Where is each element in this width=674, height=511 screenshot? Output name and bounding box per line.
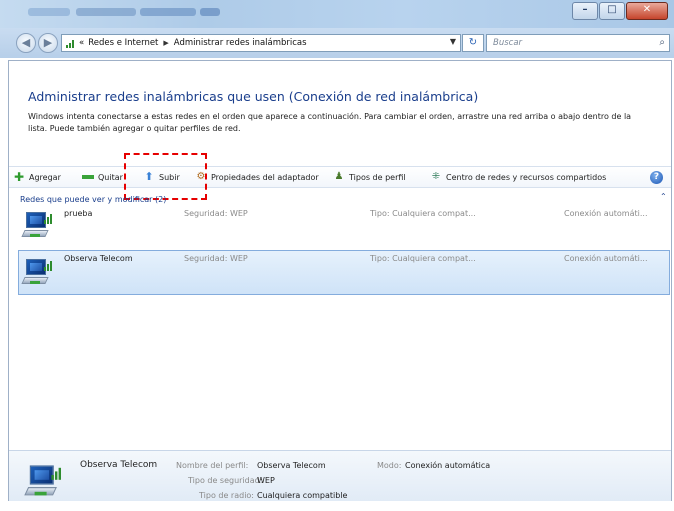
network-name: Observa Telecom xyxy=(64,254,133,263)
network-connection-mode: Conexión automáti... xyxy=(564,209,648,218)
blurred-title-text xyxy=(28,8,70,16)
minimize-button[interactable]: – xyxy=(572,2,598,20)
add-label: Agregar xyxy=(29,172,61,182)
forward-button[interactable]: ▶ xyxy=(38,33,58,53)
breadcrumb-manage-wireless[interactable]: Administrar redes inalámbricas xyxy=(174,38,307,48)
security-type-label: Tipo de seguridad: xyxy=(188,476,263,485)
network-center-icon: ⁜ xyxy=(431,171,441,182)
adapter-properties-label: Propiedades del adaptador xyxy=(211,172,319,182)
network-folder-icon xyxy=(66,38,76,48)
breadcrumb-overflow[interactable]: « xyxy=(79,38,84,48)
wireless-network-icon xyxy=(21,257,54,287)
command-toolbar: ✚ Agregar Quitar ⬆ Subir ⚙ Propiedades d… xyxy=(9,166,671,188)
radio-type-label: Tipo de radio: xyxy=(199,491,255,500)
maximize-button[interactable]: □ xyxy=(599,2,625,20)
blurred-title-text xyxy=(140,8,196,16)
wireless-network-icon xyxy=(21,210,54,240)
profile-types-label: Tipos de perfil xyxy=(349,172,406,182)
profile-name-value: Observa Telecom xyxy=(257,461,326,470)
blurred-title-text xyxy=(76,8,136,16)
refresh-button[interactable]: ↻ xyxy=(462,34,484,52)
network-row-selected[interactable]: Observa Telecom Seguridad: WEP Tipo: Cua… xyxy=(18,250,670,295)
user-icon: ♟ xyxy=(334,171,344,182)
remove-button[interactable]: Quitar xyxy=(82,171,123,183)
group-header[interactable]: Redes que puede ver y modificar (2) xyxy=(20,195,166,204)
network-type: Tipo: Cualquiera compat... xyxy=(370,254,476,263)
collapse-chevron-icon[interactable]: ⌃ xyxy=(660,192,667,201)
network-security: Seguridad: WEP xyxy=(184,254,248,263)
network-security: Seguridad: WEP xyxy=(184,209,248,218)
blurred-title-text xyxy=(200,8,220,16)
mode-label: Modo: xyxy=(377,461,402,470)
remove-icon xyxy=(82,171,94,183)
details-network-name: Observa Telecom xyxy=(80,460,158,470)
back-arrow-icon: ◀ xyxy=(21,36,31,49)
breadcrumb-network-internet[interactable]: Redes e Internet xyxy=(88,38,158,48)
wireless-network-icon xyxy=(24,463,63,499)
page-description: Windows intenta conectarse a estas redes… xyxy=(28,112,632,133)
network-center-label: Centro de redes y recursos compartidos xyxy=(446,172,607,182)
add-icon: ✚ xyxy=(13,170,25,184)
close-button[interactable]: ✕ xyxy=(626,2,668,20)
address-field[interactable]: « Redes e Internet ▶ Administrar redes i… xyxy=(61,34,461,52)
annotation-highlight-box xyxy=(124,153,207,200)
close-icon: ✕ xyxy=(642,4,652,15)
remove-label: Quitar xyxy=(98,172,123,182)
back-button[interactable]: ◀ xyxy=(16,33,36,53)
chevron-down-icon[interactable]: ▼ xyxy=(450,37,456,46)
mode-value: Conexión automática xyxy=(405,461,491,470)
add-button[interactable]: ✚ Agregar xyxy=(13,171,61,183)
address-toolbar: ◀ ▶ « Redes e Internet ▶ Administrar red… xyxy=(0,28,674,58)
forward-arrow-icon: ▶ xyxy=(43,36,53,49)
page-title: Administrar redes inalámbricas que usen … xyxy=(28,89,479,104)
network-row[interactable]: prueba Seguridad: WEP Tipo: Cualquiera c… xyxy=(18,206,670,248)
refresh-icon: ↻ xyxy=(468,37,478,48)
title-bar: – □ ✕ xyxy=(0,0,674,28)
network-type: Tipo: Cualquiera compat... xyxy=(370,209,476,218)
minimize-icon: – xyxy=(582,4,588,15)
network-center-button[interactable]: ⁜ Centro de redes y recursos compartidos xyxy=(430,171,606,183)
breadcrumb-separator-icon[interactable]: ▶ xyxy=(163,39,168,47)
search-input[interactable]: Buscar ⌕ xyxy=(486,34,670,52)
help-icon[interactable]: ? xyxy=(650,171,663,184)
maximize-icon: □ xyxy=(607,4,617,15)
security-type-value: WEP xyxy=(257,476,275,485)
radio-type-value: Cualquiera compatible xyxy=(257,491,348,500)
adapter-properties-button[interactable]: ⚙ Propiedades del adaptador xyxy=(195,171,319,183)
profile-types-button[interactable]: ♟ Tipos de perfil xyxy=(333,171,406,183)
network-connection-mode: Conexión automáti... xyxy=(564,254,648,263)
search-placeholder: Buscar xyxy=(493,38,523,48)
search-icon[interactable]: ⌕ xyxy=(659,35,665,51)
profile-name-label: Nombre del perfil: xyxy=(176,461,249,470)
network-name: prueba xyxy=(64,209,93,218)
